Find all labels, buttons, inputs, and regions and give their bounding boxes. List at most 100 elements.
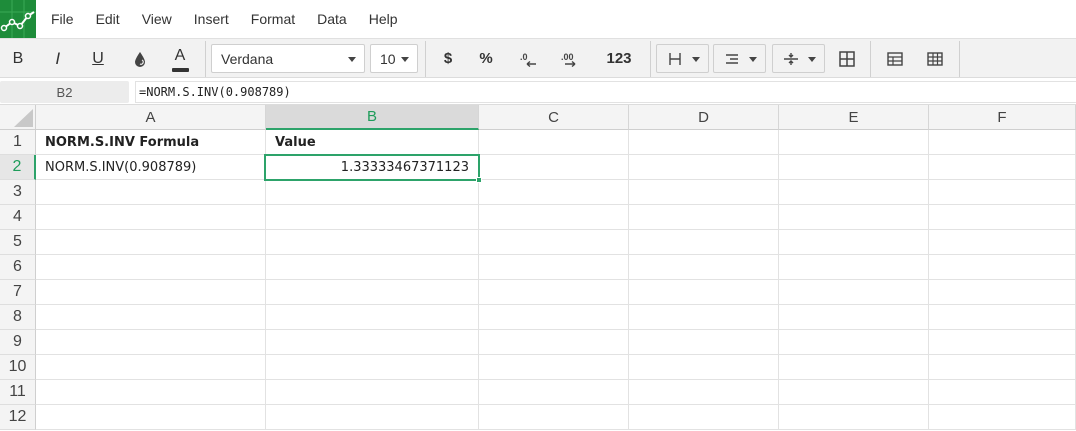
formula-input[interactable]: =NORM.S.INV(0.908789) — [135, 81, 1076, 103]
menu-format[interactable]: Format — [240, 11, 306, 27]
cell-f1[interactable] — [929, 130, 1076, 155]
cell-a10[interactable] — [36, 355, 266, 380]
underline-button[interactable]: U — [80, 39, 116, 78]
number-format-button[interactable]: 123 — [596, 39, 642, 78]
cell-b4[interactable] — [266, 205, 479, 230]
cell-c6[interactable] — [479, 255, 629, 280]
row-header-12[interactable]: 12 — [0, 405, 36, 430]
merge-cells-icon[interactable] — [829, 39, 865, 78]
cell-b7[interactable] — [266, 280, 479, 305]
cell-d8[interactable] — [629, 305, 779, 330]
cell-e1[interactable] — [779, 130, 929, 155]
row-header-5[interactable]: 5 — [0, 230, 36, 255]
column-header-d[interactable]: D — [629, 105, 779, 130]
cell-a2[interactable]: NORM.S.INV(0.908789) — [36, 155, 266, 180]
cell-d1[interactable] — [629, 130, 779, 155]
cell-c12[interactable] — [479, 405, 629, 430]
horizontal-align-dropdown[interactable] — [713, 44, 766, 73]
cell-d5[interactable] — [629, 230, 779, 255]
cell-a11[interactable] — [36, 380, 266, 405]
font-size-select[interactable]: 10 — [370, 44, 418, 73]
menu-insert[interactable]: Insert — [183, 11, 240, 27]
column-header-e[interactable]: E — [779, 105, 929, 130]
percent-format-button[interactable]: % — [468, 39, 504, 78]
italic-button[interactable]: I — [40, 39, 76, 78]
row-header-4[interactable]: 4 — [0, 205, 36, 230]
fill-handle[interactable] — [476, 177, 482, 183]
row-header-7[interactable]: 7 — [0, 280, 36, 305]
cell-a9[interactable] — [36, 330, 266, 355]
freeze-rows-icon[interactable] — [877, 39, 913, 78]
column-header-c[interactable]: C — [479, 105, 629, 130]
name-box[interactable]: B2 — [0, 81, 129, 103]
cell-d11[interactable] — [629, 380, 779, 405]
cell-c3[interactable] — [479, 180, 629, 205]
decrease-decimals-icon[interactable]: .0 — [510, 39, 546, 78]
column-header-b[interactable]: B — [266, 105, 479, 130]
menu-view[interactable]: View — [131, 11, 183, 27]
row-header-2[interactable]: 2 — [0, 155, 36, 180]
cell-f8[interactable] — [929, 305, 1076, 330]
cell-e10[interactable] — [779, 355, 929, 380]
menu-help[interactable]: Help — [358, 11, 409, 27]
font-family-select[interactable]: Verdana — [211, 44, 365, 73]
cell-e9[interactable] — [779, 330, 929, 355]
cell-e12[interactable] — [779, 405, 929, 430]
cell-f4[interactable] — [929, 205, 1076, 230]
cell-a8[interactable] — [36, 305, 266, 330]
menu-file[interactable]: File — [40, 11, 85, 27]
cell-f9[interactable] — [929, 330, 1076, 355]
fill-color-icon[interactable] — [122, 39, 158, 78]
cell-c10[interactable] — [479, 355, 629, 380]
cell-a12[interactable] — [36, 405, 266, 430]
row-header-6[interactable]: 6 — [0, 255, 36, 280]
cell-e4[interactable] — [779, 205, 929, 230]
column-header-a[interactable]: A — [36, 105, 266, 130]
cell-d6[interactable] — [629, 255, 779, 280]
currency-format-button[interactable]: $ — [430, 39, 466, 78]
row-header-10[interactable]: 10 — [0, 355, 36, 380]
cell-c4[interactable] — [479, 205, 629, 230]
column-header-f[interactable]: F — [929, 105, 1076, 130]
cell-a5[interactable] — [36, 230, 266, 255]
cell-f6[interactable] — [929, 255, 1076, 280]
cell-e6[interactable] — [779, 255, 929, 280]
cell-b2[interactable]: 1.33333467371123 — [266, 155, 479, 180]
cell-b6[interactable] — [266, 255, 479, 280]
increase-decimals-icon[interactable]: .00 — [552, 39, 588, 78]
cell-e2[interactable] — [779, 155, 929, 180]
cell-a3[interactable] — [36, 180, 266, 205]
cell-c5[interactable] — [479, 230, 629, 255]
cell-f11[interactable] — [929, 380, 1076, 405]
cell-d7[interactable] — [629, 280, 779, 305]
cell-c9[interactable] — [479, 330, 629, 355]
row-header-9[interactable]: 9 — [0, 330, 36, 355]
cell-f12[interactable] — [929, 405, 1076, 430]
cell-f3[interactable] — [929, 180, 1076, 205]
cell-f2[interactable] — [929, 155, 1076, 180]
table-grid-icon[interactable] — [917, 39, 953, 78]
menu-data[interactable]: Data — [306, 11, 358, 27]
cell-e5[interactable] — [779, 230, 929, 255]
cell-d12[interactable] — [629, 405, 779, 430]
cell-f10[interactable] — [929, 355, 1076, 380]
cell-a1[interactable]: NORM.S.INV Formula — [36, 130, 266, 155]
cell-a6[interactable] — [36, 255, 266, 280]
cell-d3[interactable] — [629, 180, 779, 205]
cell-c1[interactable] — [479, 130, 629, 155]
cell-d2[interactable] — [629, 155, 779, 180]
cell-c7[interactable] — [479, 280, 629, 305]
borders-dropdown[interactable] — [656, 44, 709, 73]
font-color-button[interactable]: A — [162, 39, 198, 78]
cell-d4[interactable] — [629, 205, 779, 230]
vertical-align-dropdown[interactable] — [772, 44, 825, 73]
cell-c11[interactable] — [479, 380, 629, 405]
cell-e7[interactable] — [779, 280, 929, 305]
row-header-8[interactable]: 8 — [0, 305, 36, 330]
cell-c2[interactable] — [479, 155, 629, 180]
cell-f5[interactable] — [929, 230, 1076, 255]
cell-a7[interactable] — [36, 280, 266, 305]
row-header-1[interactable]: 1 — [0, 130, 36, 155]
cell-e8[interactable] — [779, 305, 929, 330]
cell-a4[interactable] — [36, 205, 266, 230]
